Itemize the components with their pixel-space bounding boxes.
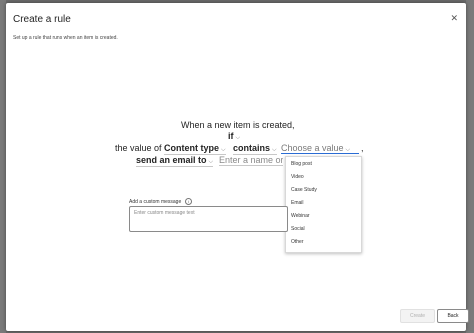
chevron-down-icon: ⌵ [208,159,214,165]
if-label: if [228,131,234,141]
custom-message-label: Add a custom message [129,198,182,205]
option-item[interactable]: Other [291,239,304,245]
option-item[interactable]: Case Study [291,187,317,193]
operator-value: contains [233,143,271,153]
dialog-subtitle: Set up a rule that runs when an item is … [13,35,118,41]
option-item[interactable]: Email [291,200,304,206]
field-value: Content type [164,143,219,153]
custom-message-placeholder: Enter custom message text [134,210,195,216]
chevron-down-icon: ⌵ [345,147,351,153]
value-placeholder: Choose a value [281,143,344,153]
option-item[interactable]: Social [291,226,305,232]
info-icon[interactable]: i [185,198,193,205]
rule-trigger-text: When a new item is created, [181,120,295,130]
create-button[interactable]: Create [400,309,435,323]
backdrop-right [466,0,474,333]
chevron-down-icon: ⌵ [272,147,277,153]
comma-text: , [361,143,364,153]
custom-message-textarea[interactable]: Enter custom message text [129,206,288,232]
field-dropdown[interactable]: Content type ⌵ [164,143,226,155]
custom-message-label-row: Add a custom message i [129,198,193,205]
action-value: send an email to [136,155,207,165]
option-item[interactable]: Webinar [291,213,310,219]
dialog-title: Create a rule [13,14,71,25]
operator-dropdown[interactable]: contains ⌵ [233,143,277,155]
option-item[interactable]: Video [291,174,304,180]
recipient-input[interactable]: Enter a name or [219,155,283,166]
create-rule-dialog: Create a rule Set up a rule that runs wh… [6,3,469,331]
action-dropdown[interactable]: send an email to ⌵ [136,155,214,167]
if-dropdown[interactable]: if ⌵ [228,131,240,142]
value-options-list: Blog post Video Case Study Email Webinar… [285,156,362,253]
value-of-text: the value of [115,143,162,153]
option-item[interactable]: Blog post [291,161,312,167]
back-button[interactable]: Back [437,309,469,323]
close-icon[interactable]: ✕ [450,14,458,23]
chevron-down-icon: ⌵ [221,147,226,153]
chevron-down-icon: ⌵ [235,135,241,141]
value-dropdown[interactable]: Choose a value ⌵ [281,143,359,154]
